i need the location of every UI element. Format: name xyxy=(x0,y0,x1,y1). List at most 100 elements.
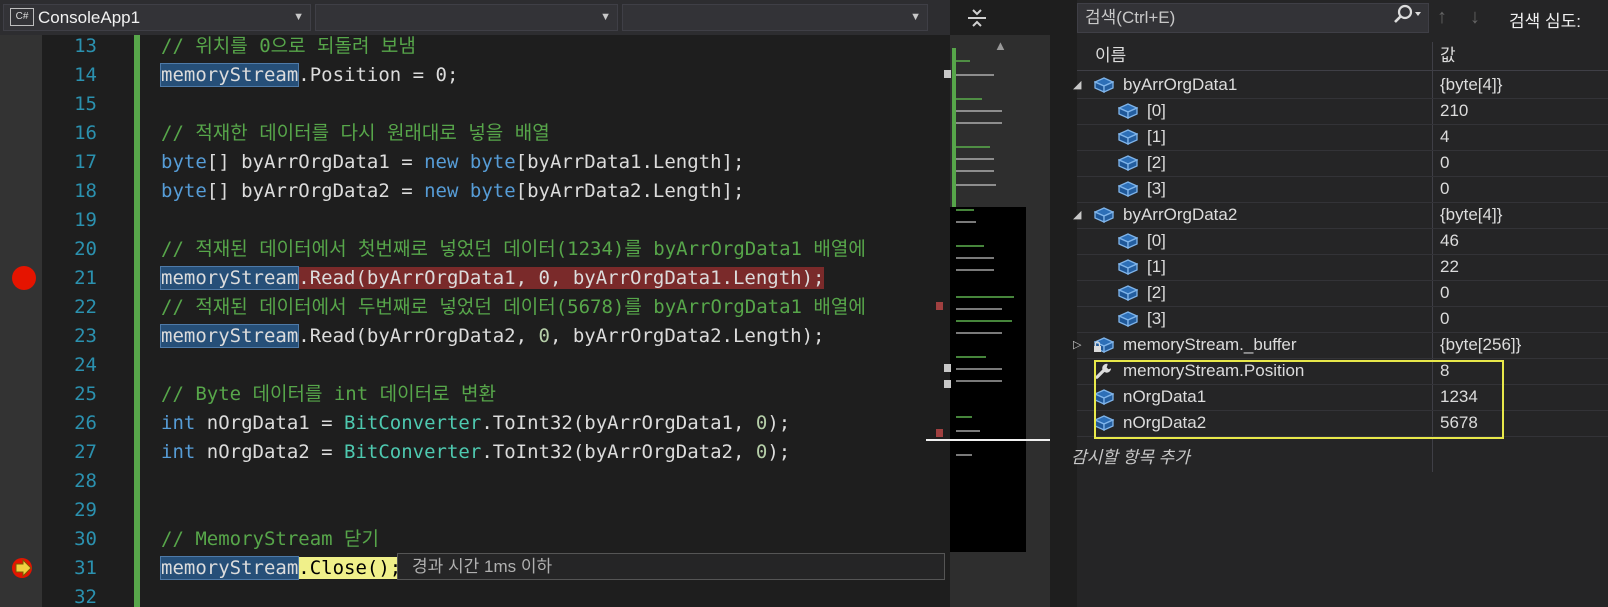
watch-row[interactable]: [1] 22 xyxy=(1077,254,1608,281)
watch-item-value[interactable]: 0 xyxy=(1440,176,1449,202)
code-token: .Read(byArrOrgData2, xyxy=(298,325,539,347)
code-line[interactable]: 19 xyxy=(0,206,950,235)
code-line[interactable]: 27 int nOrgData2 = BitConverter.ToInt32(b… xyxy=(0,438,950,467)
search-icon[interactable] xyxy=(1393,4,1423,31)
minimap-code-line xyxy=(956,454,972,456)
watch-item-value[interactable]: 22 xyxy=(1440,254,1459,280)
column-header-name[interactable]: 이름 xyxy=(1095,42,1126,70)
find-previous-icon[interactable]: ↑ xyxy=(1437,6,1447,29)
code-line[interactable]: 30 // MemoryStream 닫기 xyxy=(0,525,950,554)
line-number: 27 xyxy=(74,441,97,463)
code-text[interactable]: byte[] byArrOrgData2 = new byte[byArrDat… xyxy=(161,177,744,206)
project-dropdown[interactable]: C# ConsoleApp1 ▼ xyxy=(3,4,311,31)
code-line[interactable]: 25 // Byte 데이터를 int 데이터로 변환 xyxy=(0,380,950,409)
breakpoint-icon[interactable] xyxy=(12,266,36,290)
code-line[interactable]: 26 int nOrgData1 = BitConverter.ToInt32(b… xyxy=(0,409,950,438)
code-line[interactable]: 16 // 적재한 데이터를 다시 원래대로 넣을 배열 xyxy=(0,119,950,148)
watch-row[interactable]: [3] 0 xyxy=(1077,176,1608,203)
line-number: 24 xyxy=(74,354,97,376)
field-cube-icon xyxy=(1118,285,1138,301)
watch-item-name: [0] xyxy=(1147,101,1166,120)
code-text[interactable]: memoryStream.Read(byArrOrgData2, 0, byAr… xyxy=(159,322,825,351)
watch-item-value[interactable]: 0 xyxy=(1440,150,1449,176)
code-text[interactable]: int nOrgData2 = BitConverter.ToInt32(byA… xyxy=(161,438,790,467)
watch-item-value[interactable]: {byte[4]} xyxy=(1440,202,1502,228)
code-text[interactable]: memoryStream.Read(byArrOrgData1, 0, byAr… xyxy=(159,264,825,293)
watch-item-name: byArrOrgData2 xyxy=(1123,205,1238,224)
split-window-button[interactable] xyxy=(952,4,1002,31)
watch-row[interactable]: [3] 0 xyxy=(1077,306,1608,333)
search-depth-label: 검색 심도: xyxy=(1509,12,1582,31)
minimap-code-line xyxy=(956,356,986,358)
code-text[interactable]: byte[] byArrOrgData1 = new byte[byArrDat… xyxy=(161,148,744,177)
minimap-code-line xyxy=(956,320,1012,322)
watch-row[interactable]: ◢ byArrOrgData2 {byte[4]} xyxy=(1073,202,1608,229)
code-text[interactable]: memoryStream.Close(); xyxy=(159,554,402,583)
watch-item-value[interactable]: 0 xyxy=(1440,306,1449,332)
expand-arrow-icon[interactable]: ▷ xyxy=(1073,332,1081,358)
watch-item-value[interactable]: {byte[256]} xyxy=(1440,332,1521,358)
code-text[interactable]: // 적재된 데이터에서 두번째로 넣었던 데이터(5678)를 byArrOr… xyxy=(161,293,866,322)
line-number: 32 xyxy=(74,586,97,607)
change-indicator xyxy=(134,293,140,322)
watch-item-value[interactable]: 46 xyxy=(1440,228,1459,254)
find-next-icon[interactable]: ↓ xyxy=(1470,6,1480,29)
code-text[interactable]: // 위치를 0으로 되돌려 보냄 xyxy=(161,35,416,61)
code-editor[interactable]: 13// 위치를 0으로 되돌려 보냄 14 memoryStream.Positi… xyxy=(0,35,950,607)
collapse-arrow-icon[interactable]: ◢ xyxy=(1073,202,1081,228)
field-cube-icon xyxy=(1118,259,1138,275)
code-line[interactable]: 23 memoryStream.Read(byArrOrgData2, 0, by… xyxy=(0,322,950,351)
watch-row[interactable]: [2] 0 xyxy=(1077,150,1608,177)
watch-header: 이름 값 xyxy=(1077,42,1608,71)
watch-item-value[interactable]: 210 xyxy=(1440,98,1468,124)
code-line[interactable]: 31 memoryStream.Close(); 경과 시간 1ms 이하 xyxy=(0,553,950,583)
code-line[interactable]: 24 xyxy=(0,351,950,380)
collapse-arrow-icon[interactable]: ◢ xyxy=(1073,72,1081,98)
watch-row[interactable]: [0] 46 xyxy=(1077,228,1608,255)
code-line[interactable]: 14 memoryStream.Position = 0; xyxy=(0,61,950,90)
watch-row[interactable]: [2] 0 xyxy=(1077,280,1608,307)
code-token: int xyxy=(161,412,196,434)
code-line[interactable]: 22 // 적재된 데이터에서 두번째로 넣었던 데이터(5678)를 byArr… xyxy=(0,293,950,322)
code-text[interactable]: // MemoryStream 닫기 xyxy=(161,525,379,554)
code-line[interactable]: 18 byte[] byArrOrgData2 = new byte[byArrD… xyxy=(0,177,950,206)
code-line[interactable]: 15 xyxy=(0,90,950,119)
code-text[interactable]: // 적재한 데이터를 다시 원래대로 넣을 배열 xyxy=(161,119,550,148)
watch-row[interactable]: ▷ memoryStream._buffer {byte[256]} xyxy=(1073,332,1608,359)
code-text[interactable]: // 적재된 데이터에서 첫번째로 넣었던 데이터(1234)를 byArrOr… xyxy=(161,235,866,264)
code-text[interactable]: int nOrgData1 = BitConverter.ToInt32(byA… xyxy=(161,409,790,438)
code-line[interactable]: 28 xyxy=(0,467,950,496)
watch-row[interactable]: [0] 210 xyxy=(1077,98,1608,125)
change-indicator xyxy=(134,61,140,90)
code-line[interactable]: 17 byte[] byArrOrgData1 = new byte[byArrD… xyxy=(0,148,950,177)
code-text[interactable]: // Byte 데이터를 int 데이터로 변환 xyxy=(161,380,496,409)
code-token: memoryStream xyxy=(159,63,300,87)
watch-item-value[interactable]: 4 xyxy=(1440,124,1449,150)
watch-item-value[interactable]: 0 xyxy=(1440,280,1449,306)
code-line[interactable]: 32 xyxy=(0,583,950,607)
code-line[interactable]: 21 memoryStream.Read(byArrOrgData1, 0, by… xyxy=(0,264,950,293)
type-dropdown[interactable]: ▼ xyxy=(315,4,618,31)
watch-item-value[interactable]: {byte[4]} xyxy=(1440,72,1502,98)
code-token: // 위치를 0으로 되돌려 보냄 xyxy=(161,35,416,57)
code-text[interactable]: memoryStream.Position = 0; xyxy=(159,61,458,90)
instruction-pointer-icon[interactable] xyxy=(10,557,36,579)
code-line[interactable]: 13 // 위치를 0으로 되돌려 보냄 xyxy=(0,35,950,61)
column-header-value[interactable]: 값 xyxy=(1440,42,1456,70)
scroll-up-arrow-icon[interactable]: ▲ xyxy=(994,38,1007,53)
add-watch-item[interactable]: 감시할 항목 추가 xyxy=(1071,445,1608,471)
change-indicator xyxy=(134,206,140,235)
watch-search-input[interactable]: 검색(Ctrl+E) xyxy=(1077,3,1429,33)
perf-tip[interactable]: 경과 시간 1ms 이하 xyxy=(397,553,945,580)
line-number: 26 xyxy=(74,412,97,434)
code-line[interactable]: 29 xyxy=(0,496,950,525)
code-token: new xyxy=(424,180,459,202)
code-line[interactable]: 20 // 적재된 데이터에서 첫번째로 넣었던 데이터(1234)를 byArr… xyxy=(0,235,950,264)
code-token: .Read(byArrOrgData1, 0, byArrOrgData1.Le… xyxy=(298,267,825,289)
member-dropdown[interactable]: ▼ xyxy=(622,4,928,31)
field-cube-icon xyxy=(1118,103,1138,119)
change-indicator xyxy=(134,525,140,554)
watch-row[interactable]: [1] 4 xyxy=(1077,124,1608,151)
change-indicator xyxy=(134,35,140,61)
watch-row[interactable]: ◢ byArrOrgData1 {byte[4]} xyxy=(1073,72,1608,99)
